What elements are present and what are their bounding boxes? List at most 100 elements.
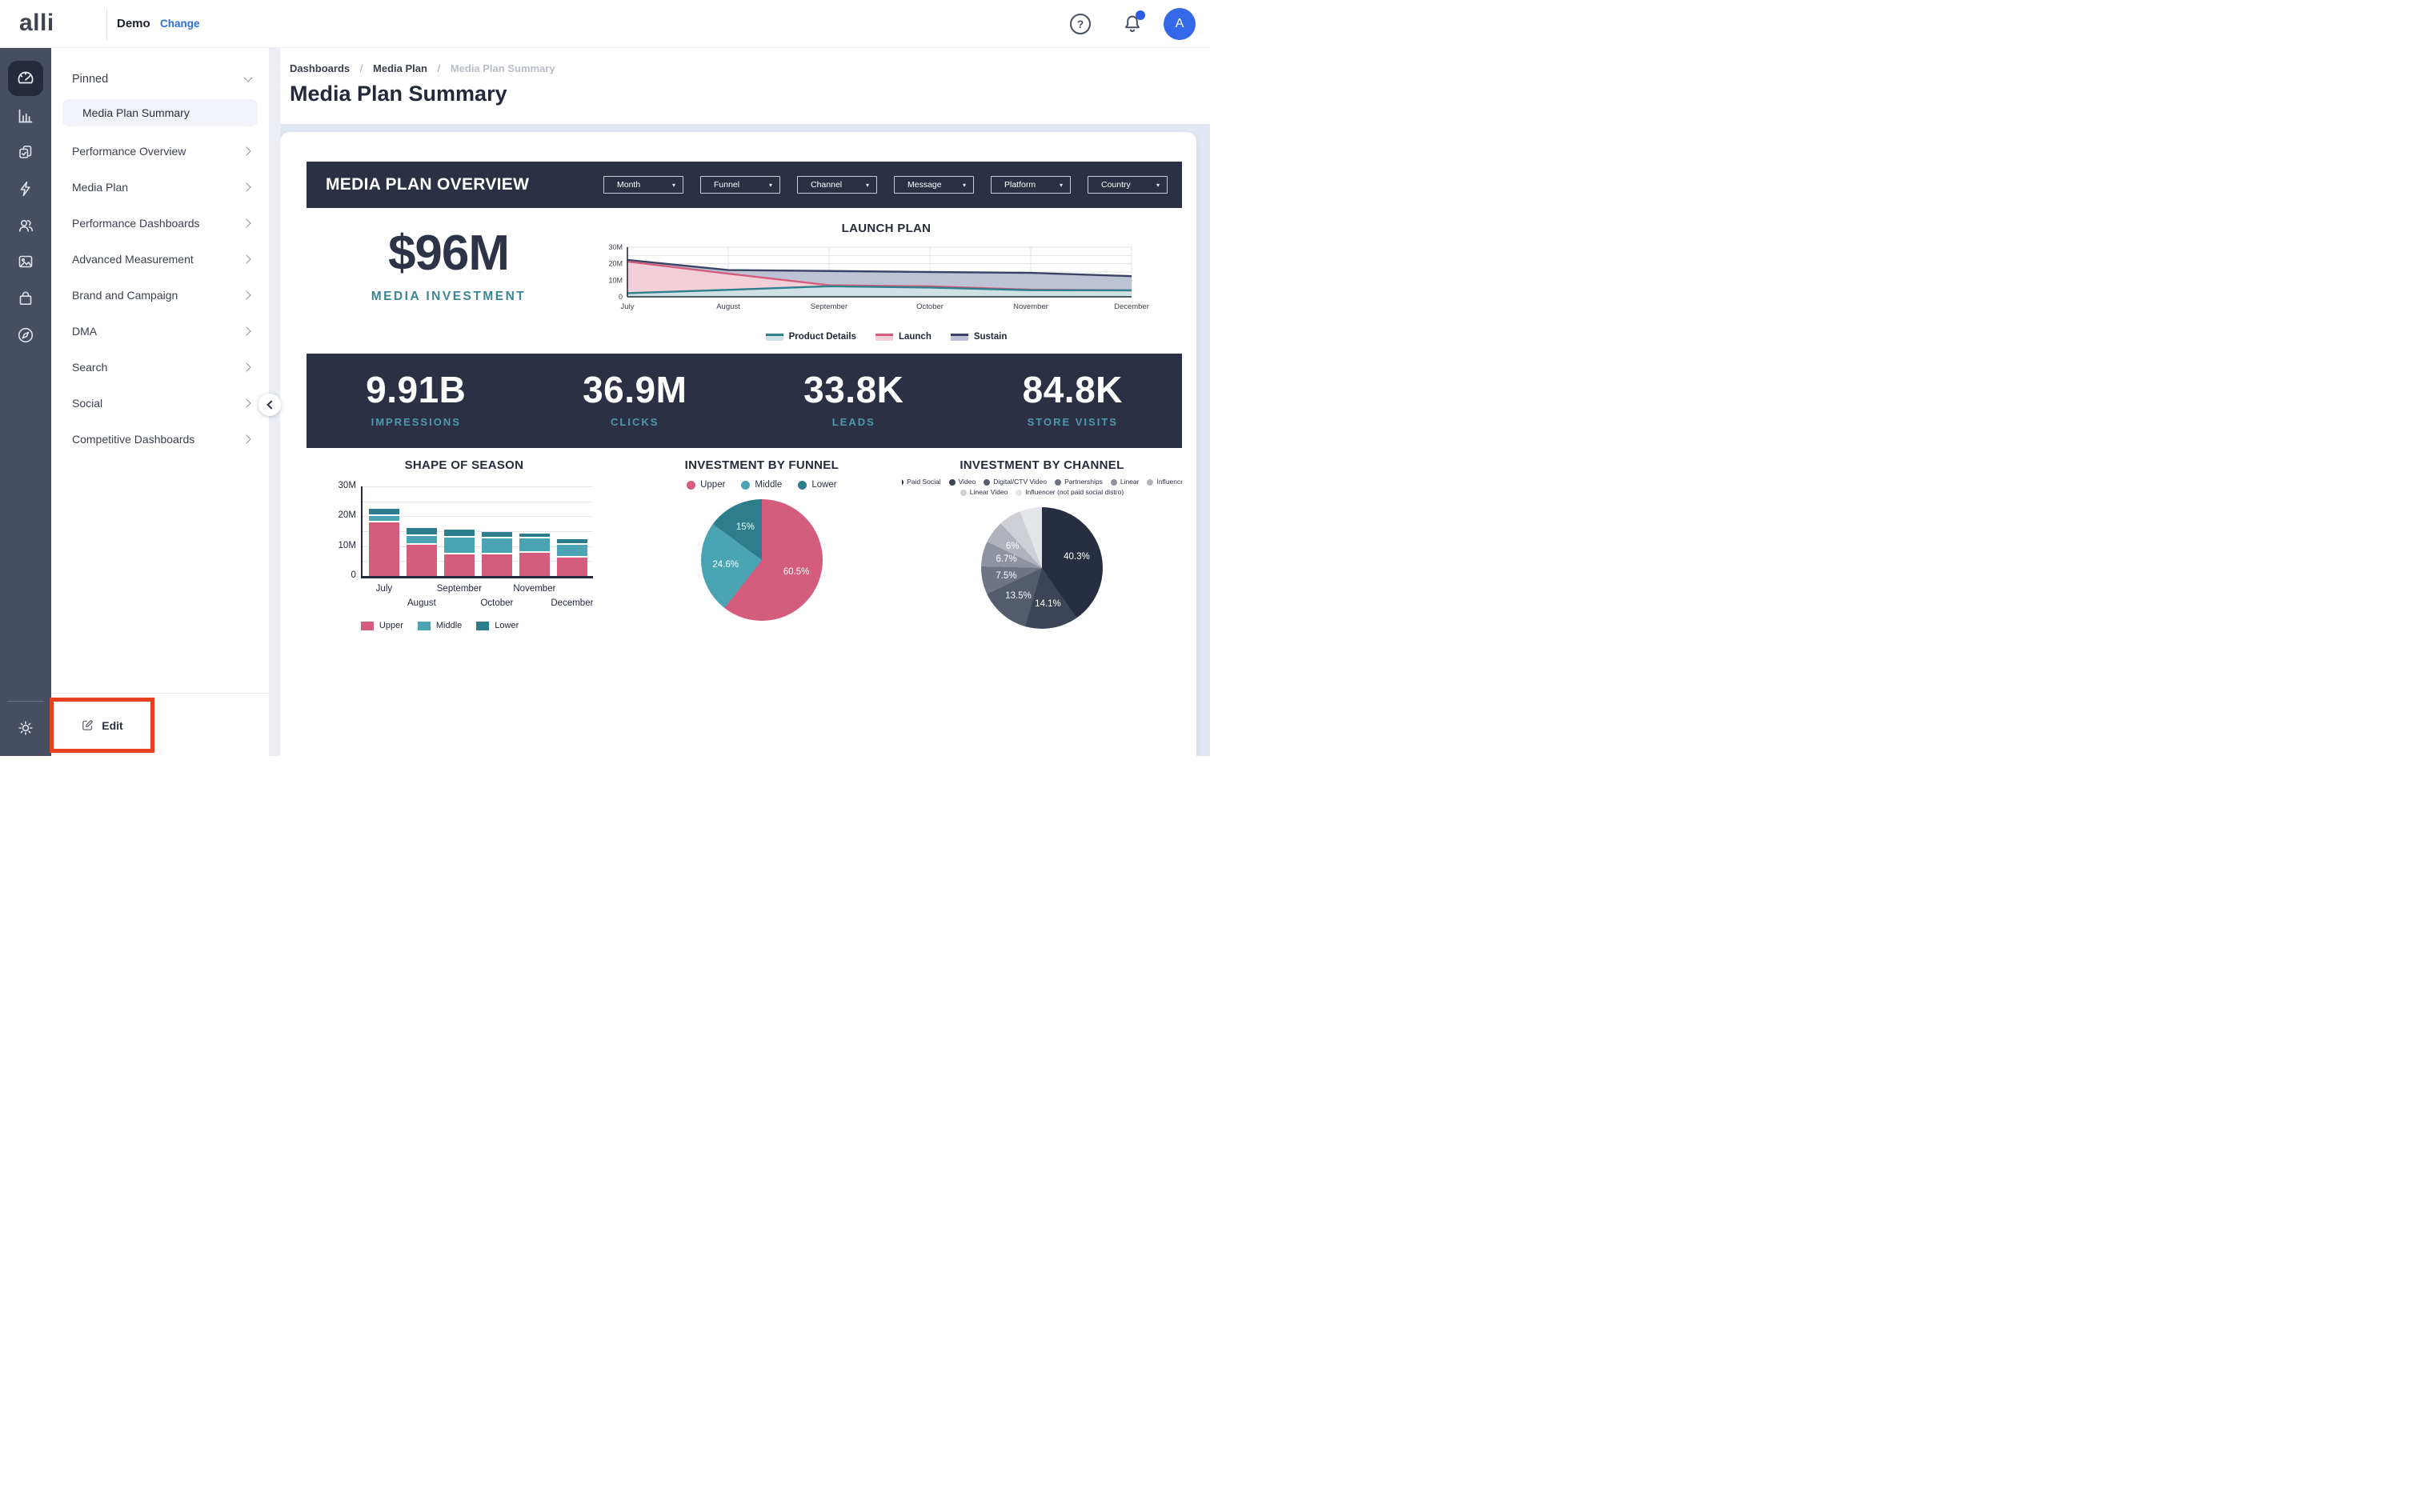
- nav-automation[interactable]: [16, 179, 35, 198]
- media-investment-label: MEDIA INVESTMENT: [307, 290, 591, 304]
- bar-July: [369, 509, 399, 576]
- nav-dashboards-active[interactable]: [8, 61, 43, 96]
- breadcrumb-media-plan[interactable]: Media Plan: [373, 62, 427, 74]
- x-axis-tick-label: November: [501, 584, 568, 594]
- filter-dropdown-country[interactable]: Country ▾: [1088, 176, 1168, 194]
- legend-label: Digital/CTV Video: [993, 477, 1047, 487]
- avatar[interactable]: A: [1164, 8, 1196, 40]
- sidebar-item-media-plan-summary[interactable]: Media Plan Summary: [62, 99, 258, 126]
- compass-icon: [16, 326, 35, 345]
- breadcrumb-separator: /: [360, 62, 363, 74]
- legend-item: Upper: [687, 480, 725, 490]
- chevron-right-icon: [242, 434, 250, 443]
- legend-item: Digital/CTV Video: [984, 477, 1047, 487]
- sidebar-item-performance-dashboards[interactable]: Performance Dashboards: [51, 205, 269, 241]
- stat-impressions: 9.91B IMPRESSIONS: [307, 354, 526, 448]
- pie-slice-label: 15%: [736, 522, 755, 532]
- season-chart-plot: 010M20M30MJulyAugustSeptemberOctoberNove…: [332, 486, 596, 650]
- svg-text:September: September: [811, 302, 847, 311]
- clipboard-check-icon: [16, 142, 35, 162]
- legend-item: Product Details: [766, 332, 856, 342]
- image-icon: [16, 252, 35, 271]
- sidebar-item-label: Advanced Measurement: [72, 253, 194, 266]
- sidebar-item-label: Performance Overview: [72, 145, 186, 158]
- sidebar-item-advanced-measurement[interactable]: Advanced Measurement: [51, 241, 269, 277]
- legend-dot: [984, 479, 990, 486]
- sidebar-item-social[interactable]: Social: [51, 385, 269, 421]
- sidebar-item-dma[interactable]: DMA: [51, 313, 269, 349]
- sidebar-item-performance-overview[interactable]: Performance Overview: [51, 133, 269, 169]
- sidebar-item-competitive-dashboards[interactable]: Competitive Dashboards: [51, 421, 269, 457]
- bar-segment-Upper: [482, 554, 512, 576]
- filter-dropdown-funnel[interactable]: Funnel ▾: [700, 176, 780, 194]
- svg-text:10M: 10M: [608, 276, 623, 284]
- caret-down-icon: ▾: [1156, 182, 1160, 189]
- menu-divider: [51, 693, 269, 694]
- nav-reports[interactable]: [16, 106, 35, 126]
- pie-slice-label: 14.1%: [1035, 599, 1061, 609]
- legend-label: Video: [959, 477, 976, 487]
- nav-plans[interactable]: [16, 142, 35, 162]
- edit-button[interactable]: Edit: [81, 718, 122, 732]
- breadcrumb-current: Media Plan Summary: [451, 62, 555, 74]
- notifications-button[interactable]: [1121, 13, 1144, 35]
- icon-rail: [0, 48, 51, 756]
- lightning-icon: [16, 179, 35, 198]
- legend-item: Influencer (not paid social distro): [1016, 487, 1124, 498]
- filter-dropdown-platform[interactable]: Platform ▾: [991, 176, 1071, 194]
- edit-button-label: Edit: [102, 719, 122, 732]
- legend-label: Linear Video: [970, 487, 1008, 498]
- legend-swatch: [875, 334, 893, 341]
- svg-text:December: December: [1114, 302, 1149, 311]
- kpi-and-launch-row: $96M MEDIA INVESTMENT LAUNCH PLAN 010M20…: [307, 212, 1182, 350]
- bar-segment-Upper: [407, 545, 437, 576]
- shape-of-season-chart: SHAPE OF SEASON 010M20M30MJulyAugustSept…: [307, 458, 622, 650]
- y-axis-tick-label: 30M: [332, 481, 356, 490]
- filter-label: Month: [617, 180, 640, 190]
- legend-swatch: [361, 622, 374, 630]
- breadcrumb: Dashboards / Media Plan / Media Plan Sum…: [290, 62, 555, 74]
- bar-segment-Upper: [444, 554, 475, 576]
- media-investment-value: $96M: [307, 225, 591, 282]
- pie-slice-label: 7.5%: [996, 571, 1016, 581]
- nav-creative[interactable]: [16, 252, 35, 271]
- sidebar-item-media-plan[interactable]: Media Plan: [51, 169, 269, 205]
- filter-dropdown-channel[interactable]: Channel ▾: [797, 176, 877, 194]
- legend-swatch: [766, 334, 783, 341]
- legend-swatch: [418, 622, 431, 630]
- nav-explore[interactable]: [16, 326, 35, 345]
- settings-button[interactable]: [16, 718, 35, 738]
- pie-slice-label: 60.5%: [783, 567, 810, 577]
- sidebar-item-label: Media Plan: [72, 181, 128, 194]
- sidebar-item-search[interactable]: Search: [51, 349, 269, 385]
- legend-item: Middle: [741, 480, 782, 490]
- caret-down-icon: ▾: [769, 182, 772, 189]
- legend-dot: [1016, 490, 1022, 496]
- svg-text:30M: 30M: [608, 243, 623, 251]
- filter-dropdown-message[interactable]: Message ▾: [894, 176, 974, 194]
- x-axis-tick-label: August: [388, 598, 455, 608]
- breadcrumb-dashboards[interactable]: Dashboards: [290, 62, 350, 74]
- svg-text:August: August: [716, 302, 740, 311]
- filter-dropdown-month[interactable]: Month ▾: [603, 176, 683, 194]
- svg-text:0: 0: [619, 293, 623, 301]
- bar-segment-Middle: [482, 538, 512, 554]
- channel-pie: 40.3%14.1%13.5%7.5%6.7%6%: [981, 507, 1103, 629]
- shopping-bag-icon: [16, 289, 35, 308]
- legend-item: Paid Social: [902, 477, 941, 487]
- sidebar-section-pinned[interactable]: Pinned: [72, 67, 251, 91]
- change-workspace-link[interactable]: Change: [160, 18, 200, 30]
- legend-swatch: [951, 334, 968, 341]
- nav-commerce[interactable]: [16, 289, 35, 308]
- nav-audiences[interactable]: [16, 216, 35, 235]
- stat-value: 84.8K: [964, 368, 1183, 411]
- sidebar-item-brand-and-campaign[interactable]: Brand and Campaign: [51, 277, 269, 313]
- dashboard-title: MEDIA PLAN OVERVIEW: [326, 175, 603, 194]
- legend-dot: [960, 490, 967, 496]
- pie-slice-label: 24.6%: [712, 560, 739, 570]
- help-icon[interactable]: ?: [1070, 14, 1091, 34]
- legend-label: Linear: [1120, 477, 1140, 487]
- sidebar-collapse-button[interactable]: [258, 394, 281, 416]
- legend-label: Product Details: [789, 332, 856, 342]
- filter-label: Channel: [811, 180, 842, 190]
